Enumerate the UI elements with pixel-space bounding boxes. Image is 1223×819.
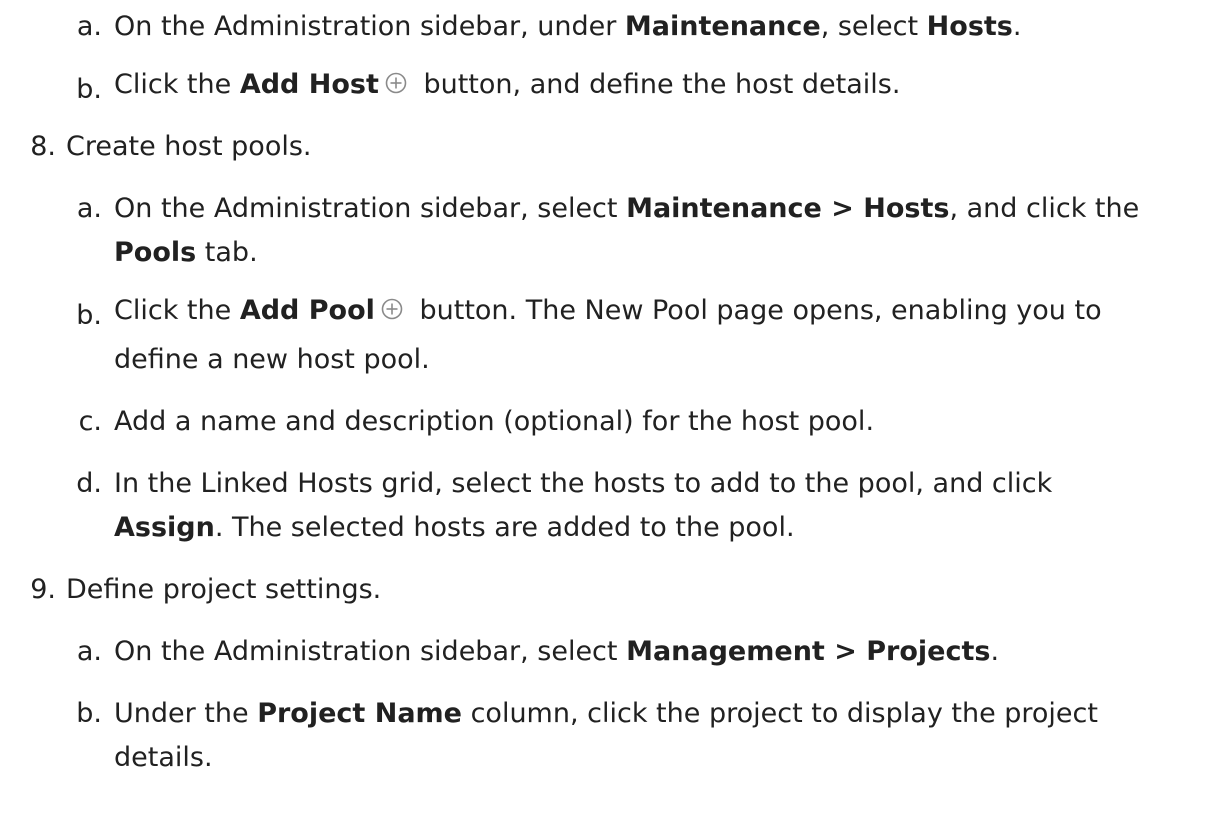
ui-term-hosts: Hosts (926, 11, 1013, 42)
document-page: a. On the Administration sidebar, under … (0, 0, 1223, 819)
list-marker: b. (76, 74, 102, 105)
ui-term-pools: Pools (114, 237, 197, 268)
ui-term-assign: Assign (114, 512, 215, 543)
list-item-text: Assign. The selected hosts are added to … (114, 512, 795, 543)
list-item-text: On the Administration sidebar, select Ma… (114, 636, 1000, 667)
list-marker: b. (76, 300, 102, 331)
list-item-text: Define project settings. (66, 574, 382, 605)
list-item-text: Add a name and description (optional) fo… (114, 406, 875, 437)
ui-term-project-name: Project Name (257, 698, 462, 729)
ui-term-maintenance: Maintenance (624, 11, 821, 42)
list-item-text: define a new host pool. (114, 344, 430, 375)
ui-term-maintenance-hosts: Maintenance > Hosts (626, 193, 950, 224)
ui-term-add-host: Add Host (239, 69, 379, 100)
ui-term-add-pool: Add Pool (239, 295, 375, 326)
list-item-text: On the Administration sidebar, under Mai… (114, 11, 1022, 42)
add-circle-icon (381, 298, 403, 320)
list-marker: d. (76, 468, 102, 499)
list-marker: a. (76, 193, 102, 224)
list-marker: b. (76, 698, 102, 729)
list-item-text: On the Administration sidebar, select Ma… (114, 193, 1140, 224)
list-item-text: Create host pools. (66, 131, 312, 162)
list-marker: a. (76, 11, 102, 42)
list-marker: c. (78, 406, 102, 437)
list-item-text: Under the Project Name column, click the… (114, 698, 1098, 729)
ui-term-management-projects: Management > Projects (626, 636, 991, 667)
list-item-text: Click the Add Pool button. The New Pool … (114, 295, 1102, 326)
add-circle-icon (385, 72, 407, 94)
list-item-text: In the Linked Hosts grid, select the hos… (114, 468, 1053, 499)
list-item-text: Click the Add Host button, and define th… (114, 69, 901, 100)
list-marker: 9. (30, 574, 56, 605)
list-marker: a. (76, 636, 102, 667)
list-item-text: details. (114, 742, 213, 773)
list-item-text: Pools tab. (114, 237, 258, 268)
list-marker: 8. (30, 131, 56, 162)
